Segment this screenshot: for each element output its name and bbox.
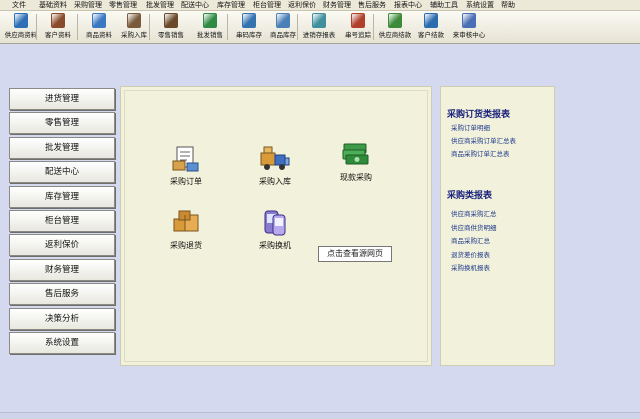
toolbar-separator (227, 14, 228, 40)
toolbar-separator (36, 14, 37, 40)
toolbar-separator (149, 14, 150, 40)
side-nav-button[interactable]: 配送中心 (9, 161, 115, 184)
toolbar-button[interactable]: 客户资料 (37, 11, 79, 43)
report-link-order-detail[interactable]: 采购订单明细 (451, 124, 490, 132)
side-nav-button[interactable]: 柜台管理 (9, 210, 115, 232)
function-label: 采购退货 (170, 241, 202, 250)
report-link-supplier-purchase-summary[interactable]: 供应商采购汇总 (451, 210, 497, 218)
function-purchase-receipt[interactable]: 采购入库 (240, 145, 310, 195)
menu-item[interactable]: 零售管理 (109, 1, 137, 10)
report-link-purchase-exchange[interactable]: 采购换机报表 (451, 264, 490, 272)
menu-item[interactable]: 柜台管理 (253, 1, 281, 10)
status-bar (0, 412, 640, 419)
menu-item[interactable]: 财务管理 (323, 1, 351, 10)
menu-item[interactable]: 报表中心 (394, 1, 422, 10)
report-link-supplier-order-summary[interactable]: 供应商采购订单汇总表 (451, 137, 516, 145)
cash-purchase-icon (342, 143, 369, 165)
goods-icon (92, 13, 106, 28)
purchase-exchange-icon (264, 210, 286, 236)
purchase-report-heading: 采购类报表 (447, 191, 493, 201)
menu-item[interactable]: 配送中心 (181, 1, 209, 10)
report-link-supplier-supply-detail[interactable]: 供应商供货明细 (451, 224, 497, 232)
menu-item[interactable]: 批发管理 (146, 1, 174, 10)
menu-item[interactable]: 返利保价 (288, 1, 316, 10)
function-purchase-exchange[interactable]: 采购换机 (240, 209, 310, 259)
function-purchase-order[interactable]: 采购订单 (151, 145, 221, 195)
function-label: 采购订单 (170, 177, 202, 186)
toolbar-separator (373, 14, 374, 40)
report-icon (312, 13, 326, 28)
report-link-goods-purchase-summary[interactable]: 商品采购汇总 (451, 237, 490, 245)
report-panel: 采购订货类报表 采购订单明细 供应商采购订单汇总表 商品采购订单汇总表 采购类报… (440, 86, 555, 366)
function-purchase-return[interactable]: 采购退货 (151, 209, 221, 259)
serial-stock-icon (242, 13, 256, 28)
toolbar: 供应商资料 客户资料 商品资料 采购入库 零售销售 批发销售 串码库存 商品库存 进销存报表 串号… (0, 11, 640, 44)
purchase-order-icon (172, 146, 199, 172)
report-link-return-price-diff[interactable]: 退货差价报表 (451, 251, 490, 259)
side-nav-button[interactable]: 财务管理 (9, 258, 115, 281)
menu-item[interactable]: 采购管理 (74, 1, 102, 10)
customer-icon (51, 13, 65, 28)
menu-item[interactable]: 系统设置 (466, 1, 494, 10)
menu-item[interactable]: 帮助 (501, 1, 515, 10)
purchase-in-icon (127, 13, 141, 28)
serial-track-icon (351, 13, 365, 28)
main-function-panel-inner: 采购订单 采购入库 现款采购 采购退货 采购换机 (124, 90, 428, 362)
toolbar-label: 来审核中心 (452, 31, 486, 39)
function-label: 采购换机 (259, 241, 291, 250)
function-label: 采购入库 (259, 177, 291, 186)
toolbar-button[interactable]: 来审核中心 (448, 11, 490, 43)
side-nav-button[interactable]: 库存管理 (9, 185, 115, 208)
customer-payment-icon (424, 13, 438, 28)
wholesale-icon (203, 13, 217, 28)
function-cash-purchase[interactable]: 现款采购 (321, 141, 391, 191)
side-nav-button[interactable]: 批发管理 (9, 136, 115, 159)
function-label: 现款采购 (340, 173, 372, 182)
tooltip-view-source: 点击查看源网页 (318, 246, 392, 262)
side-nav-button[interactable]: 决策分析 (9, 307, 115, 330)
main-function-panel: 采购订单 采购入库 现款采购 采购退货 采购换机 (120, 86, 432, 366)
menu-item[interactable]: 文件 (12, 1, 26, 10)
side-nav-button[interactable]: 系统设置 (9, 332, 115, 354)
purchase-receipt-icon (260, 146, 290, 170)
order-report-heading: 采购订货类报表 (447, 110, 511, 120)
menu-item[interactable]: 辅助工具 (430, 1, 458, 10)
side-nav-button[interactable]: 零售管理 (9, 112, 115, 135)
menu-item[interactable]: 基础资料 (39, 1, 67, 10)
toolbar-separator (297, 14, 298, 40)
toolbar-separator (77, 14, 78, 40)
goods-stock-icon (276, 13, 290, 28)
supplier-icon (14, 13, 28, 28)
menu-item[interactable]: 售后服务 (358, 1, 386, 10)
retail-sale-icon (164, 13, 178, 28)
purchase-return-icon (173, 210, 199, 232)
audit-center-icon (462, 13, 476, 28)
menu-item[interactable]: 库存管理 (217, 1, 245, 10)
menu-bar: 文件 基础资料 采购管理 零售管理 批发管理 配送中心 库存管理 柜台管理 返利保价 财务管理 售后… (0, 0, 640, 11)
side-nav-button[interactable]: 进货管理 (9, 88, 115, 110)
side-nav-button[interactable]: 返利保价 (9, 234, 115, 257)
supplier-payment-icon (388, 13, 402, 28)
side-nav-button[interactable]: 售后服务 (9, 283, 115, 306)
report-link-goods-order-summary[interactable]: 商品采购订单汇总表 (451, 150, 510, 158)
